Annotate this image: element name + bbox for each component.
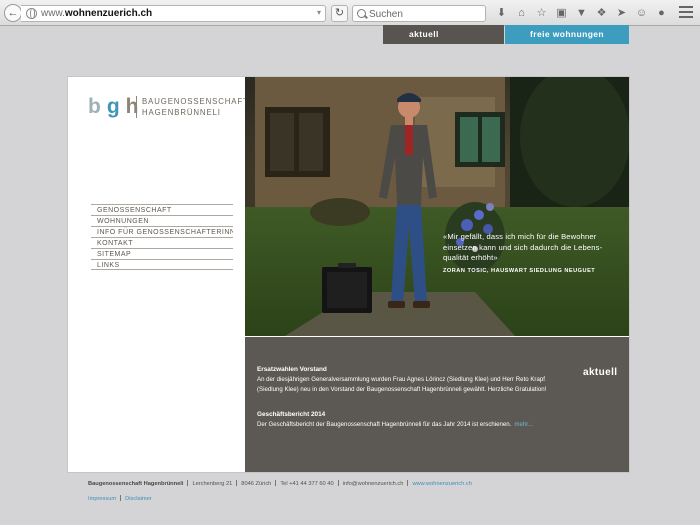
separator <box>120 495 122 501</box>
hero-photo: «Mir gefällt, dass ich mich für die Bewo… <box>245 77 629 336</box>
back-button[interactable]: ← <box>4 4 22 22</box>
news-item-body: An der diesjährigen Generalversammlung w… <box>257 376 547 393</box>
nav-item-info[interactable]: INFO FÜR GENOSSENSCHAFTERINNEN <box>91 226 233 237</box>
separator <box>236 480 238 486</box>
news-item: Ersatzwahlen Vorstand An der diesjährige… <box>257 365 557 394</box>
nav-item-wohnungen[interactable]: WOHNUNGEN <box>91 215 233 226</box>
impressum-link[interactable]: Impressum <box>88 496 116 502</box>
quote-text: «Mir gefällt, dass ich mich für die Bewo… <box>443 232 603 262</box>
reload-icon: ↻ <box>334 7 345 19</box>
nav-item-genossenschaft[interactable]: GENOSSENSCHAFT <box>91 204 233 215</box>
news-item-title: Geschäftsbericht 2014 <box>257 411 326 418</box>
news-item-body: Der Geschäftsbericht der Baugenossenscha… <box>257 421 512 428</box>
news-panel: aktuell Ersatzwahlen Vorstand An der die… <box>245 337 629 472</box>
star-icon[interactable]: ☆ <box>532 5 551 22</box>
separator <box>337 480 339 486</box>
logo-divider <box>136 96 137 118</box>
reading-list-icon[interactable]: ▣ <box>552 5 571 22</box>
footer-street: Lerchenberg 21 <box>192 481 233 487</box>
hero-illustration <box>245 77 629 336</box>
nav-item-sitemap[interactable]: SITEMAP <box>91 248 233 259</box>
toolbar-icons: ⬇ ⌂ ☆ ▣ ▼ ❖ ➤ ☺ ● <box>492 5 672 22</box>
news-item-body-wrap: Der Geschäftsbericht der Baugenossenscha… <box>257 420 557 430</box>
hamburger-menu-icon[interactable] <box>679 6 693 18</box>
nav-item-kontakt[interactable]: KONTAKT <box>91 237 233 248</box>
page-card: bgh BAUGENOSSENSCHAFT HAGENBRÜNNELI GENO… <box>67 76 630 473</box>
footer-phone: Tel +41 44 377 60 40 <box>280 481 334 487</box>
browser-toolbar: ← www.wohnenzuerich.ch ▾ ↻ ⬇ ⌂ ☆ ▣ ▼ ❖ ➤… <box>0 0 700 26</box>
url-dropdown-icon[interactable]: ▾ <box>317 8 321 17</box>
url-bar[interactable]: www.wohnenzuerich.ch ▾ <box>21 5 326 22</box>
disclaimer-link[interactable]: Disclaimer <box>125 496 152 502</box>
quote-author: ZORAN TOSIC, HAUSWART SIEDLUNG NEUGUET <box>443 267 596 274</box>
tab-aktuell[interactable]: aktuell <box>383 25 504 44</box>
url-text: www.wohnenzuerich.ch <box>41 8 153 19</box>
send-icon[interactable]: ➤ <box>612 5 631 22</box>
arrow-left-icon: ← <box>7 7 19 19</box>
nav-item-links[interactable]: LINKS <box>91 259 233 270</box>
footer-legal: Impressum Disclaimer <box>88 495 152 502</box>
news-heading: aktuell <box>583 367 618 378</box>
footer-email[interactable]: info@wohnenzuerich.ch <box>343 481 404 487</box>
separator <box>407 480 409 486</box>
download-icon[interactable]: ⬇ <box>492 5 511 22</box>
news-item: Geschäftsbericht 2014 Der Geschäftsberic… <box>257 410 557 430</box>
chat-icon[interactable]: ● <box>652 5 671 22</box>
separator <box>275 480 277 486</box>
tab-freie-wohnungen[interactable]: freie wohnungen <box>505 25 629 44</box>
footer-city: 8046 Zürich <box>241 481 272 487</box>
addon-icon[interactable]: ❖ <box>592 5 611 22</box>
globe-icon <box>26 8 37 19</box>
footer-address: Baugenossenschaft Hagenbrünneli Lerchenbe… <box>88 480 472 487</box>
logo-wordmark: BAUGENOSSENSCHAFT HAGENBRÜNNELI <box>142 97 249 117</box>
search-bar <box>352 5 486 22</box>
reload-button[interactable]: ↻ <box>331 5 348 22</box>
hero-quote: «Mir gefällt, dass ich mich für die Bewo… <box>443 232 623 274</box>
search-input[interactable] <box>369 7 479 21</box>
more-link[interactable]: mehr... <box>514 421 533 428</box>
home-icon[interactable]: ⌂ <box>512 5 531 22</box>
sidebar: bgh BAUGENOSSENSCHAFT HAGENBRÜNNELI GENO… <box>68 77 248 472</box>
main-nav: GENOSSENSCHAFT WOHNUNGEN INFO FÜR GENOSS… <box>91 204 233 270</box>
pocket-icon[interactable]: ▼ <box>572 5 591 22</box>
footer-org: Baugenossenschaft Hagenbrünneli <box>88 481 184 487</box>
footer-web-link[interactable]: www.wohnenzuerich.ch <box>412 481 471 487</box>
separator <box>187 480 189 486</box>
news-item-title: Ersatzwahlen Vorstand <box>257 366 327 373</box>
smiley-icon[interactable]: ☺ <box>632 5 651 22</box>
search-icon <box>357 9 366 18</box>
